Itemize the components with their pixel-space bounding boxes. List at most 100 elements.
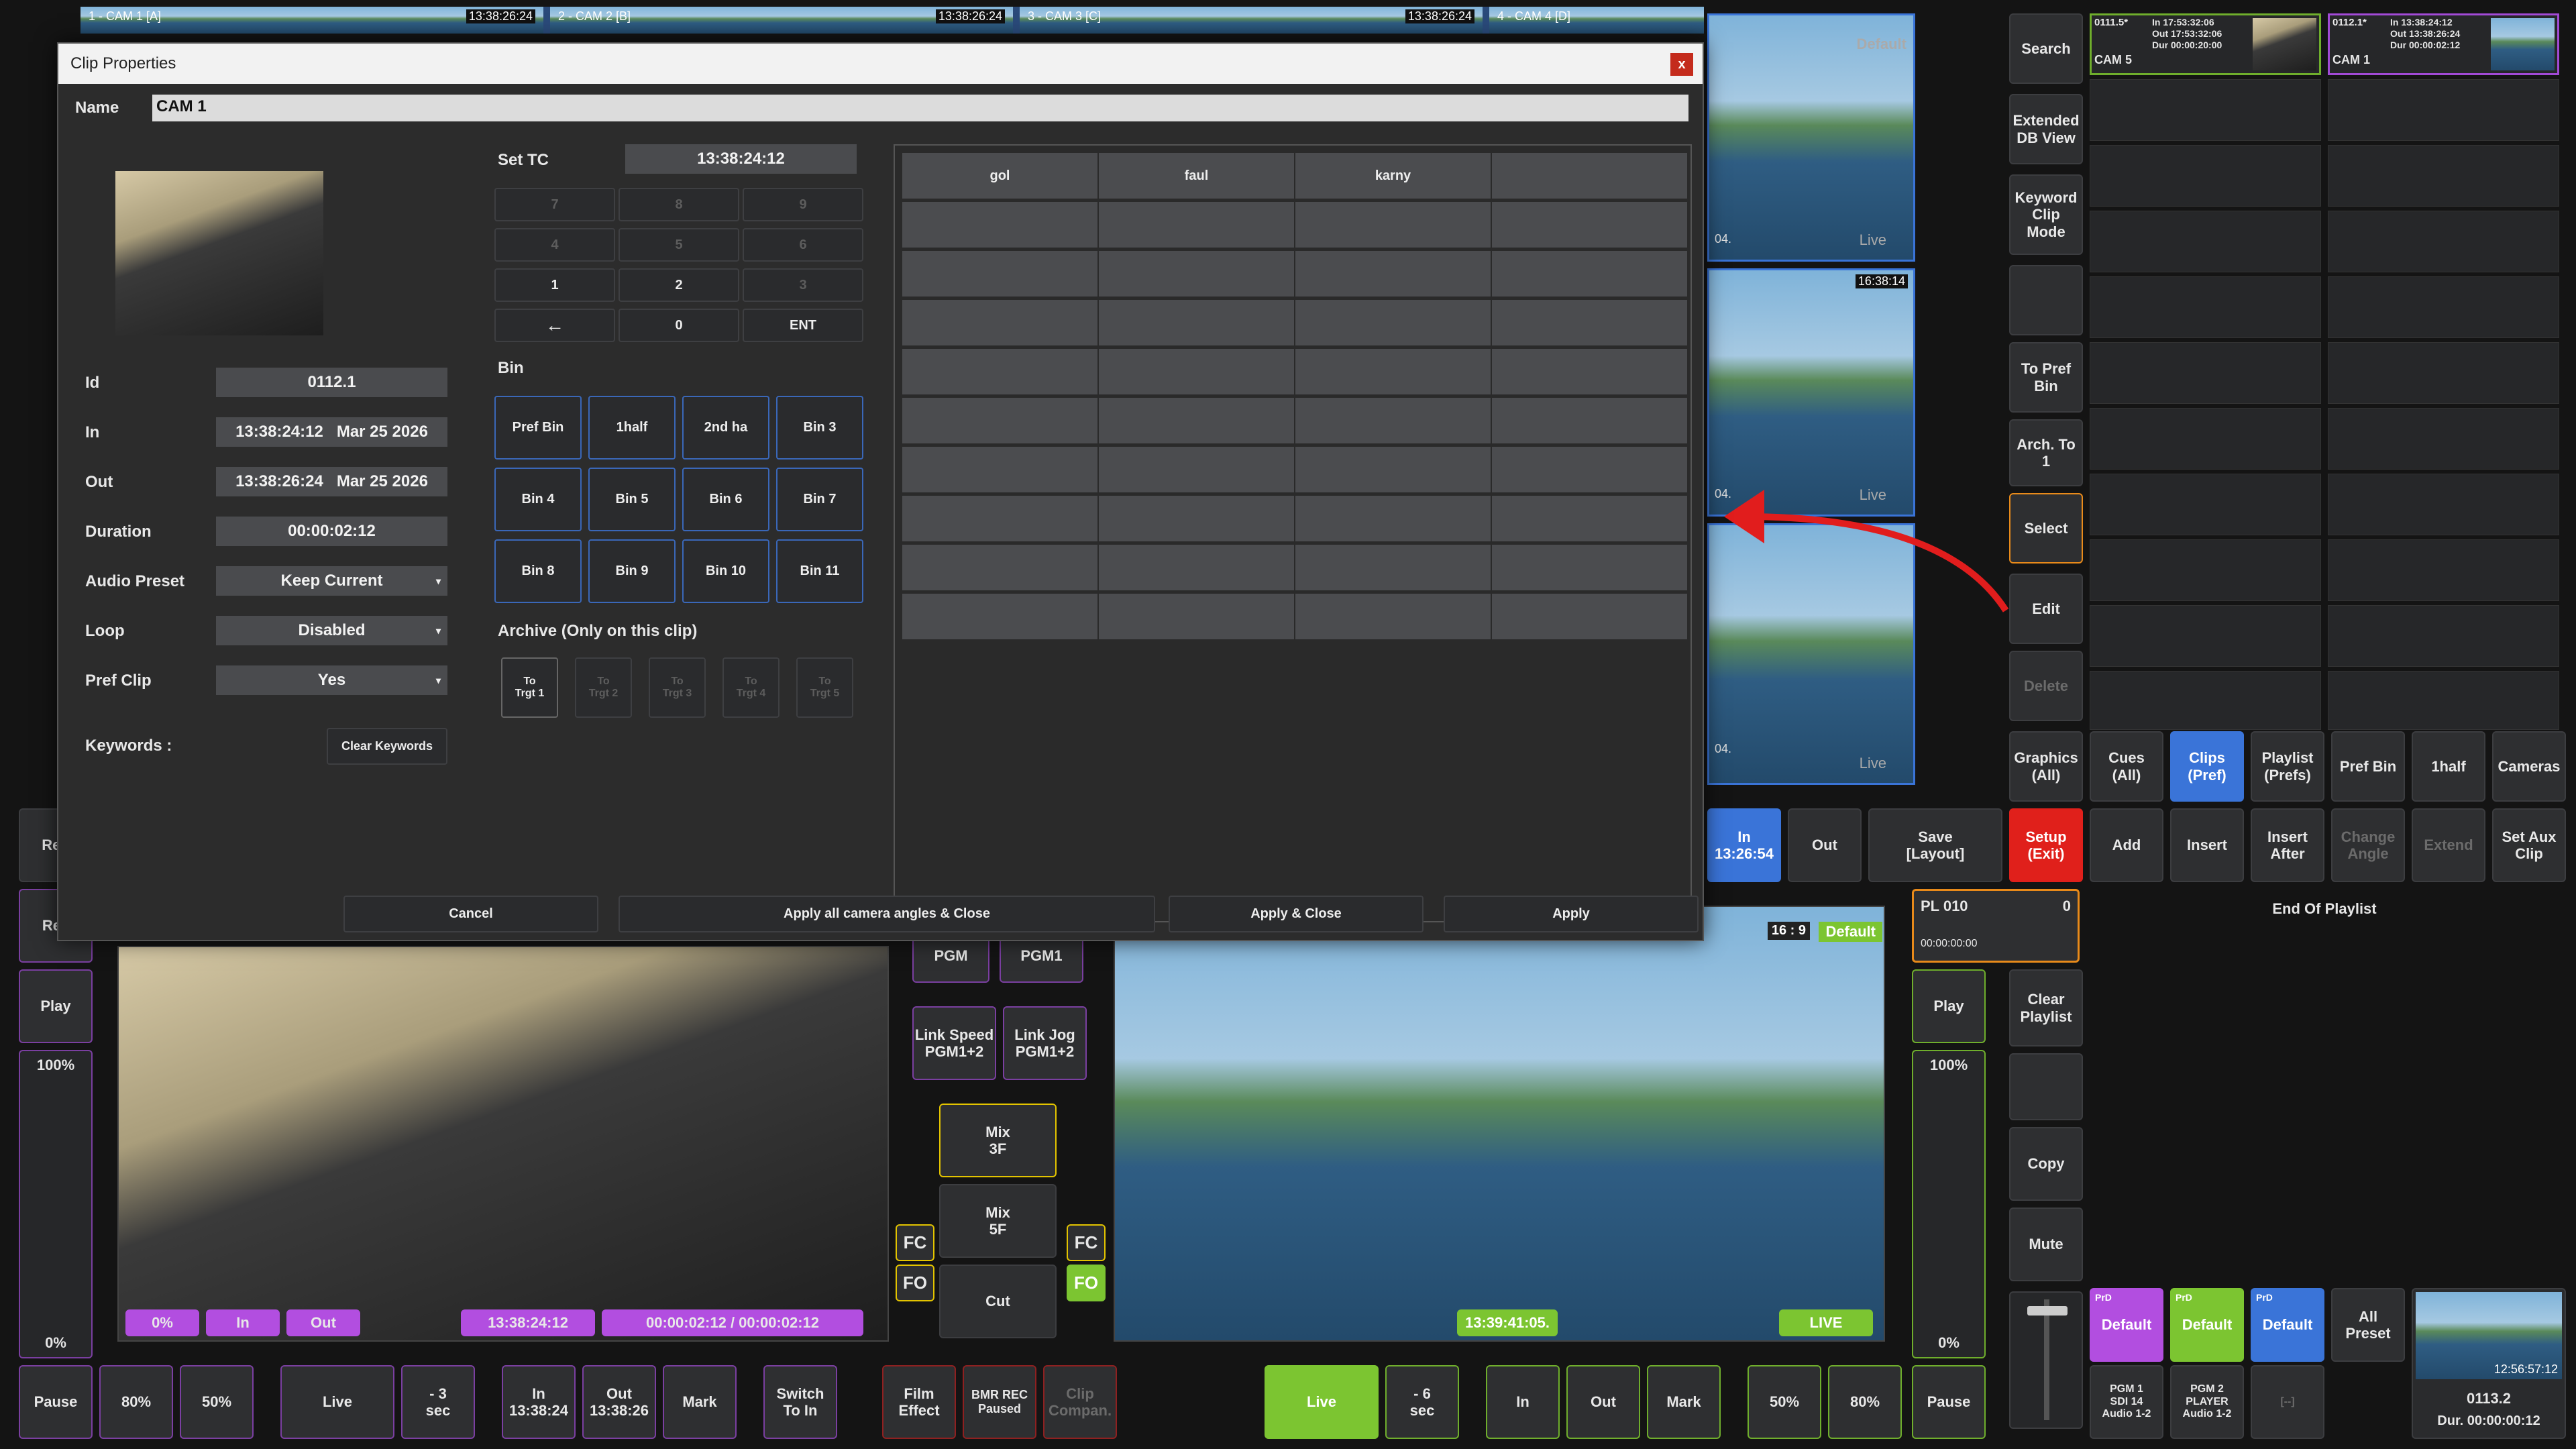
speed-80-button[interactable]: 80% xyxy=(99,1365,173,1439)
out-button[interactable]: Out xyxy=(1788,808,1862,882)
keypad-6[interactable]: 6 xyxy=(743,228,863,262)
empty-clip-slot[interactable] xyxy=(2090,342,2321,404)
keyword-cell[interactable] xyxy=(1098,348,1295,395)
right-video-monitor[interactable]: Default 16 : 9 13:39:41:05. LIVE xyxy=(1114,906,1885,1342)
play-button[interactable]: Play xyxy=(19,969,93,1043)
bin-pref[interactable]: Pref Bin xyxy=(494,396,582,460)
keyword-cell[interactable] xyxy=(1295,201,1491,248)
link-speed-button[interactable]: Link Speed PGM1+2 xyxy=(912,1006,996,1080)
bin-4[interactable]: Bin 4 xyxy=(494,468,582,531)
save-layout-button[interactable]: Save [Layout] xyxy=(1868,808,2002,882)
fade-cut-button-right[interactable]: FC xyxy=(1067,1224,1106,1261)
keyword-cell[interactable] xyxy=(1491,250,1688,297)
live-button[interactable]: Live xyxy=(280,1365,394,1439)
out-button-right[interactable]: Out xyxy=(1566,1365,1640,1439)
fader-handle[interactable] xyxy=(2027,1306,2068,1316)
fade-out-button[interactable]: FO xyxy=(896,1265,934,1301)
keyword-cell[interactable] xyxy=(1491,348,1688,395)
speed-slider-right[interactable]: 100% 0% xyxy=(1912,1050,1986,1358)
backspace-arrow-icon[interactable]: ← xyxy=(494,309,615,342)
extended-db-view-button[interactable]: Extended DB View xyxy=(2009,94,2083,164)
keypad-9[interactable]: 9 xyxy=(743,188,863,221)
archive-target-2[interactable]: To Trgt 2 xyxy=(575,657,632,718)
clip-tile[interactable]: 0111.5* In 17:53:32:06 Out 17:53:32:06 D… xyxy=(2090,13,2321,75)
keypad-7[interactable]: 7 xyxy=(494,188,615,221)
bin-9[interactable]: Bin 9 xyxy=(588,539,676,603)
keyword-cell[interactable]: karny xyxy=(1295,152,1491,199)
keyword-cell[interactable] xyxy=(1295,397,1491,444)
keyword-cell[interactable] xyxy=(1491,593,1688,640)
keypad-8[interactable]: 8 xyxy=(619,188,739,221)
close-button[interactable]: x xyxy=(1670,53,1693,76)
preset-button[interactable]: PrD Default xyxy=(2090,1288,2163,1362)
keypad-1[interactable]: 1 xyxy=(494,268,615,302)
in-field[interactable]: 13:38:24:12 Mar 25 2026 xyxy=(216,417,447,447)
keyword-cell[interactable] xyxy=(1491,495,1688,542)
archive-to-button[interactable]: Arch. To 1 xyxy=(2009,419,2083,486)
keyword-cell[interactable]: faul xyxy=(1098,152,1295,199)
tab-cameras[interactable]: Cameras xyxy=(2492,731,2566,802)
keypad-3[interactable]: 3 xyxy=(743,268,863,302)
output-pgm2[interactable]: PGM 2 PLAYER Audio 1-2 xyxy=(2170,1365,2244,1439)
speed-slider[interactable]: 100% 0% xyxy=(19,1050,93,1358)
delete-button[interactable]: Delete xyxy=(2009,651,2083,721)
minus-3-sec-button[interactable]: - 3 sec xyxy=(401,1365,475,1439)
bin-3[interactable]: Bin 3 xyxy=(776,396,863,460)
cam-thumb-4[interactable]: 4 - CAM 4 [D] xyxy=(1489,7,1704,34)
empty-clip-slot[interactable] xyxy=(2328,671,2559,730)
keyword-cell[interactable] xyxy=(1491,544,1688,591)
keyword-cell[interactable] xyxy=(1098,201,1295,248)
keyword-cell[interactable] xyxy=(1491,201,1688,248)
bin-5[interactable]: Bin 5 xyxy=(588,468,676,531)
output-pgm1[interactable]: PGM 1 SDI 14 Audio 1-2 xyxy=(2090,1365,2163,1439)
tab-cues[interactable]: Cues (All) xyxy=(2090,731,2163,802)
change-angle-button[interactable]: Change Angle xyxy=(2331,808,2405,882)
keyword-cell[interactable] xyxy=(1491,397,1688,444)
keyword-cell[interactable] xyxy=(902,201,1098,248)
bin-8[interactable]: Bin 8 xyxy=(494,539,582,603)
keyword-cell[interactable] xyxy=(902,544,1098,591)
empty-clip-slot[interactable] xyxy=(2328,408,2559,470)
live-button-right[interactable]: Live xyxy=(1265,1365,1379,1439)
search-button[interactable]: Search xyxy=(2009,13,2083,84)
loop-select[interactable]: Disabled ▾ xyxy=(216,616,447,645)
keyword-clip-mode-button[interactable]: Keyword Clip Mode xyxy=(2009,174,2083,255)
apply-close-button[interactable]: Apply & Close xyxy=(1169,896,1424,932)
speed-50-button[interactable]: 50% xyxy=(180,1365,254,1439)
set-aux-clip-button[interactable]: Set Aux Clip xyxy=(2492,808,2566,882)
extend-button[interactable]: Extend xyxy=(2412,808,2485,882)
empty-clip-slot[interactable] xyxy=(2328,145,2559,207)
keyword-cell[interactable] xyxy=(902,250,1098,297)
set-tc-field[interactable]: 13:38:24:12 xyxy=(625,144,857,174)
out-tc-button[interactable]: Out 13:38:26 xyxy=(582,1365,656,1439)
add-button[interactable]: Add xyxy=(2090,808,2163,882)
out-field[interactable]: 13:38:26:24 Mar 25 2026 xyxy=(216,467,447,496)
pause-button-right[interactable]: Pause xyxy=(1912,1365,1986,1439)
archive-target-5[interactable]: To Trgt 5 xyxy=(796,657,853,718)
keyword-cell[interactable] xyxy=(1098,446,1295,493)
in-tc-button[interactable]: In 13:38:24 xyxy=(502,1365,576,1439)
tab-1half[interactable]: 1half xyxy=(2412,731,2485,802)
keyword-cell[interactable]: gol xyxy=(902,152,1098,199)
mark-button-right[interactable]: Mark xyxy=(1647,1365,1721,1439)
empty-clip-slot[interactable] xyxy=(2328,276,2559,338)
insert-after-button[interactable]: Insert After xyxy=(2251,808,2324,882)
keypad-enter[interactable]: ENT xyxy=(743,309,863,342)
keyword-cell[interactable] xyxy=(1098,250,1295,297)
all-preset-button[interactable]: All Preset xyxy=(2331,1288,2405,1362)
keyword-cell[interactable] xyxy=(1098,299,1295,346)
keyword-cell[interactable] xyxy=(1295,446,1491,493)
cancel-button[interactable]: Cancel xyxy=(343,896,598,932)
keyword-cell[interactable] xyxy=(1295,250,1491,297)
bmr-rec-button[interactable]: BMR REC Paused xyxy=(963,1365,1036,1439)
keyword-cell[interactable] xyxy=(1295,299,1491,346)
speed-80-button-right[interactable]: 80% xyxy=(1828,1365,1902,1439)
cut-button[interactable]: Cut xyxy=(939,1265,1057,1338)
preset-button[interactable]: PrD Default xyxy=(2170,1288,2244,1362)
output-empty[interactable]: [--] xyxy=(2251,1365,2324,1439)
bin-1half[interactable]: 1half xyxy=(588,396,676,460)
copy-button[interactable]: Copy xyxy=(2009,1127,2083,1201)
cam-preview-1[interactable]: Default 04. Live xyxy=(1707,13,1915,262)
empty-clip-slot[interactable] xyxy=(2090,408,2321,470)
empty-clip-slot[interactable] xyxy=(2090,671,2321,730)
